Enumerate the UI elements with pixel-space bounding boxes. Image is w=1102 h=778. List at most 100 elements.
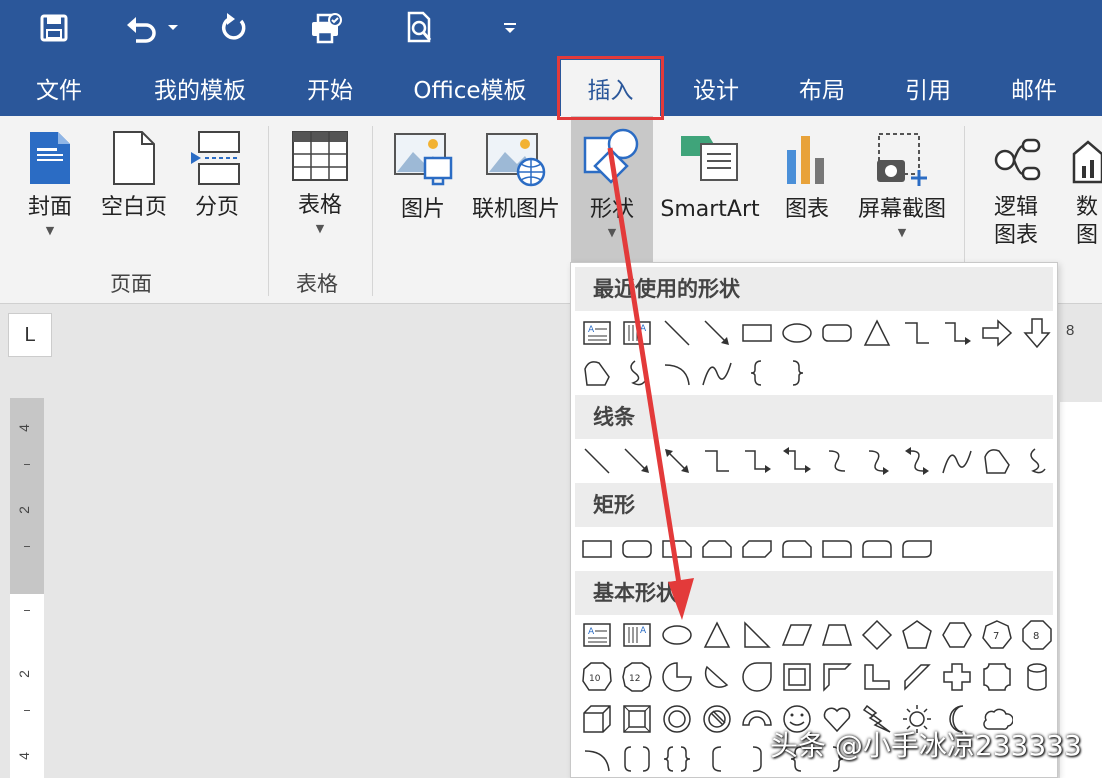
elbow-connector-icon[interactable] <box>697 441 737 481</box>
triangle-shape-icon[interactable] <box>697 615 737 655</box>
curve-shape-icon[interactable] <box>937 441 977 481</box>
plaque-shape-icon[interactable] <box>977 657 1017 697</box>
diagonal-stripe-icon[interactable] <box>897 657 937 697</box>
tab-my-templates[interactable]: 我的模板 <box>138 60 262 116</box>
tab-file[interactable]: 文件 <box>18 60 100 116</box>
curved-double-arrow-icon[interactable] <box>897 441 937 481</box>
snip-round-rectangle-icon[interactable] <box>777 529 817 569</box>
tab-design[interactable]: 设计 <box>676 60 756 116</box>
curve-shape-icon[interactable] <box>697 353 737 393</box>
screenshot-button[interactable]: 屏幕截图 ▼ <box>850 130 954 239</box>
textbox-icon[interactable]: A <box>577 313 617 353</box>
cover-page-button[interactable]: 封面 ▼ <box>20 130 80 237</box>
chord-shape-icon[interactable] <box>697 657 737 697</box>
picture-button[interactable]: 图片 <box>388 130 458 224</box>
double-brace-icon[interactable] <box>657 739 697 777</box>
right-triangle-icon[interactable] <box>737 615 777 655</box>
shapes-gallery-dropdown[interactable]: 最近使用的形状 A A 线条 矩形 基本形状 A A 7 8 10 12 <box>570 262 1058 778</box>
textbox-icon[interactable]: A <box>577 615 617 655</box>
tab-home[interactable]: 开始 <box>290 60 370 116</box>
save-icon[interactable] <box>36 8 72 48</box>
down-arrow-shape-icon[interactable] <box>1017 313 1057 353</box>
customize-toolbar-icon[interactable] <box>498 8 522 48</box>
parallelogram-icon[interactable] <box>777 615 817 655</box>
half-frame-icon[interactable] <box>817 657 857 697</box>
no-symbol-icon[interactable] <box>697 699 737 739</box>
diamond-shape-icon[interactable] <box>857 615 897 655</box>
undo-icon[interactable] <box>122 8 182 48</box>
left-brace-icon[interactable] <box>737 353 777 393</box>
scribble-icon[interactable] <box>617 353 657 393</box>
donut-shape-icon[interactable] <box>657 699 697 739</box>
double-bracket-icon[interactable] <box>617 739 657 777</box>
print-icon[interactable] <box>306 8 346 48</box>
vertical-textbox-icon[interactable]: A <box>617 313 657 353</box>
round-single-corner-rectangle-icon[interactable] <box>817 529 857 569</box>
snip-diagonal-rectangle-icon[interactable] <box>737 529 777 569</box>
elbow-arrow-connector-icon[interactable] <box>937 313 977 353</box>
right-arrow-shape-icon[interactable] <box>977 313 1017 353</box>
teardrop-shape-icon[interactable] <box>737 657 777 697</box>
pie-shape-icon[interactable] <box>657 657 697 697</box>
pentagon-shape-icon[interactable] <box>897 615 937 655</box>
shapes-button[interactable]: 形状 ▼ <box>573 128 651 239</box>
cube-shape-icon[interactable] <box>577 699 617 739</box>
rounded-rectangle-icon[interactable] <box>817 313 857 353</box>
rounded-rectangle-icon[interactable] <box>617 529 657 569</box>
chart-button[interactable]: 图表 <box>776 130 838 224</box>
heptagon-shape-icon[interactable]: 7 <box>977 615 1017 655</box>
dodecagon-shape-icon[interactable]: 12 <box>617 657 657 697</box>
hexagon-shape-icon[interactable] <box>937 615 977 655</box>
trapezoid-icon[interactable] <box>817 615 857 655</box>
round-same-side-rectangle-icon[interactable] <box>857 529 897 569</box>
can-shape-icon[interactable] <box>1017 657 1057 697</box>
freeform-shape-icon[interactable] <box>577 353 617 393</box>
oval-shape-icon[interactable] <box>777 313 817 353</box>
line-shape-icon[interactable] <box>577 441 617 481</box>
tab-mailings[interactable]: 邮件 <box>994 60 1074 116</box>
smartart-button[interactable]: SmartArt <box>658 130 762 224</box>
arrow-line-icon[interactable] <box>697 313 737 353</box>
arrow-line-icon[interactable] <box>617 441 657 481</box>
l-shape-icon[interactable] <box>857 657 897 697</box>
oval-shape-icon[interactable] <box>657 615 697 655</box>
line-shape-icon[interactable] <box>657 313 697 353</box>
round-diagonal-rectangle-icon[interactable] <box>897 529 937 569</box>
redo-icon[interactable] <box>216 8 252 48</box>
table-button[interactable]: 表格 ▼ <box>284 130 356 235</box>
data-chart-button-partial[interactable]: 数图 <box>1066 134 1102 250</box>
arc-shape-icon[interactable] <box>657 353 697 393</box>
elbow-arrow-connector-icon[interactable] <box>737 441 777 481</box>
right-brace-icon[interactable] <box>777 353 817 393</box>
curved-connector-icon[interactable] <box>817 441 857 481</box>
arc-shape-icon[interactable] <box>577 739 617 777</box>
double-arrow-line-icon[interactable] <box>657 441 697 481</box>
blank-page-button[interactable]: 空白页 <box>94 130 174 222</box>
tab-stop-selector[interactable]: L <box>8 313 52 357</box>
frame-shape-icon[interactable] <box>777 657 817 697</box>
octagon-shape-icon[interactable]: 8 <box>1017 615 1057 655</box>
rectangle-shape-icon[interactable] <box>737 313 777 353</box>
freeform-shape-icon[interactable] <box>977 441 1017 481</box>
tab-references[interactable]: 引用 <box>888 60 968 116</box>
vertical-textbox-icon[interactable]: A <box>617 615 657 655</box>
online-picture-button[interactable]: 联机图片 <box>466 130 566 224</box>
triangle-shape-icon[interactable] <box>857 313 897 353</box>
scribble-icon[interactable] <box>1017 441 1057 481</box>
document-page[interactable] <box>1060 402 1102 778</box>
elbow-double-arrow-icon[interactable] <box>777 441 817 481</box>
decagon-shape-icon[interactable]: 10 <box>577 657 617 697</box>
curved-arrow-connector-icon[interactable] <box>857 441 897 481</box>
print-preview-icon[interactable] <box>400 8 440 48</box>
cross-shape-icon[interactable] <box>937 657 977 697</box>
left-bracket-icon[interactable] <box>697 739 737 777</box>
tab-office-templates[interactable]: Office模板 <box>400 60 540 116</box>
logic-chart-button[interactable]: 逻辑 图表 <box>984 134 1048 250</box>
bevel-shape-icon[interactable] <box>617 699 657 739</box>
page-break-button[interactable]: 分页 <box>184 130 250 222</box>
elbow-connector-icon[interactable] <box>897 313 937 353</box>
snip-corner-rectangle-icon[interactable] <box>657 529 697 569</box>
snip-same-side-rectangle-icon[interactable] <box>697 529 737 569</box>
rectangle-shape-icon[interactable] <box>577 529 617 569</box>
tab-layout[interactable]: 布局 <box>782 60 862 116</box>
